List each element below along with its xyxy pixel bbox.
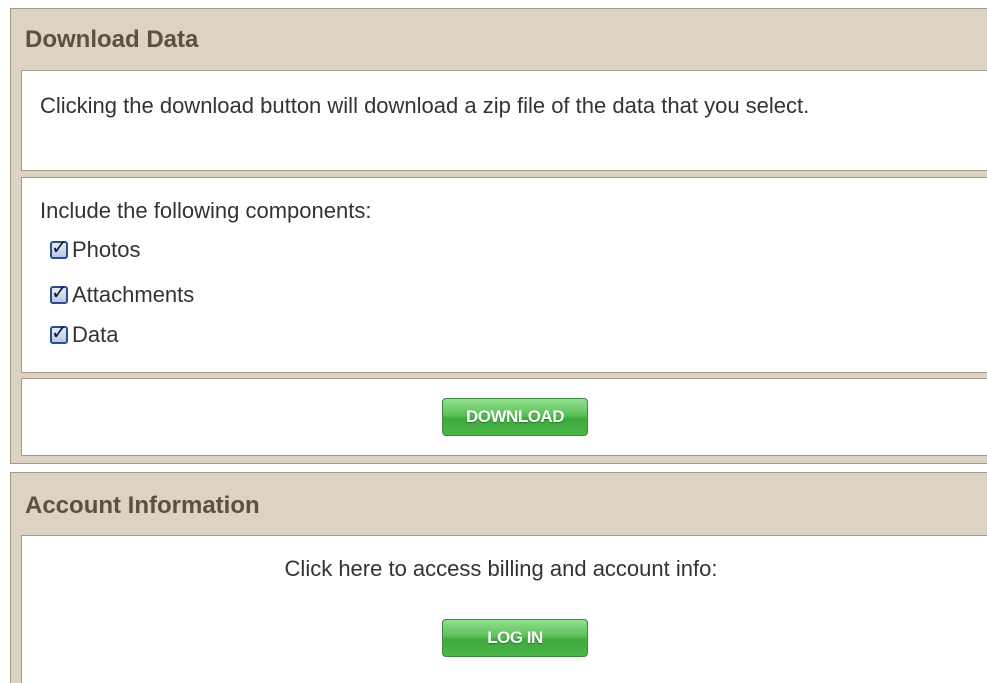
- download-intro-box: Clicking the download button will downlo…: [21, 70, 987, 171]
- attachments-option[interactable]: ✓ Attachments: [50, 281, 194, 309]
- account-information-panel: Account Information Click here to access…: [10, 472, 987, 683]
- download-button-box: DOWNLOAD: [21, 378, 987, 456]
- download-intro-text: Clicking the download button will downlo…: [40, 93, 810, 118]
- checkmark-icon: ✓: [51, 320, 68, 344]
- download-button[interactable]: DOWNLOAD: [442, 398, 588, 436]
- components-label: Include the following components:: [40, 198, 372, 223]
- data-checkbox[interactable]: ✓: [50, 322, 68, 344]
- log-in-button[interactable]: LOG IN: [442, 619, 588, 657]
- attachments-checkbox[interactable]: ✓: [50, 282, 68, 304]
- account-box: Click here to access billing and account…: [21, 535, 987, 683]
- data-label[interactable]: Data: [72, 322, 118, 348]
- photos-option[interactable]: ✓ Photos: [50, 236, 141, 264]
- attachments-label[interactable]: Attachments: [72, 282, 194, 308]
- account-information-title: Account Information: [25, 492, 260, 519]
- data-option[interactable]: ✓ Data: [50, 321, 118, 349]
- components-box: Include the following components: ✓ Phot…: [21, 177, 987, 373]
- download-data-panel: Download Data Clicking the download butt…: [10, 8, 987, 464]
- checkmark-icon: ✓: [51, 235, 68, 259]
- download-data-title: Download Data: [25, 26, 199, 53]
- page: Download Data Clicking the download butt…: [0, 0, 987, 683]
- checkmark-icon: ✓: [51, 280, 68, 304]
- photos-checkbox[interactable]: ✓: [50, 237, 68, 259]
- photos-label[interactable]: Photos: [72, 237, 141, 263]
- account-info-text: Click here to access billing and account…: [284, 556, 718, 581]
